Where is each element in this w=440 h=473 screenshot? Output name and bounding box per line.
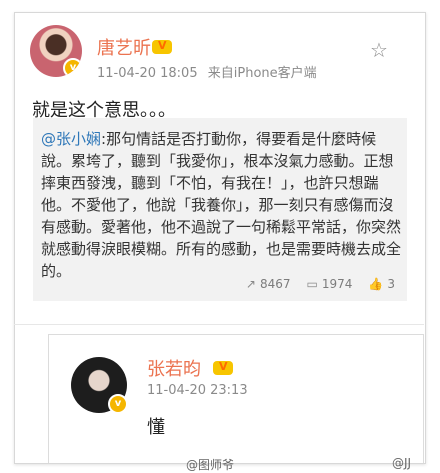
watermark-left: @图师爷 [186, 458, 235, 472]
author-avatar[interactable]: v [30, 25, 82, 77]
vip-icon [213, 360, 233, 375]
star-icon[interactable]: ☆ [370, 38, 388, 62]
reply-card: v 张若昀 11-04-20 23:13 懂 [48, 334, 424, 463]
mention-link[interactable]: @张小娴 [41, 130, 101, 148]
comment-count: 1974 [321, 277, 353, 291]
reply-text: 懂 [147, 417, 165, 438]
verified-badge-icon: v [108, 394, 128, 414]
watermark-right: @JJ [392, 456, 412, 470]
repost-text: @张小娴:那句情話是否打動你，得要看是什麼時候說。累垮了，聽到「我愛你」，根本沒… [41, 128, 403, 282]
reply-author-name[interactable]: 张若昀 [147, 355, 201, 381]
share-icon: ↗ [245, 277, 256, 291]
repost-box[interactable]: @张小娴:那句情話是否打動你，得要看是什麼時候說。累垮了，聽到「我愛你」，根本沒… [33, 118, 407, 301]
reply-time: 11-04-20 23:13 [147, 383, 248, 398]
divider [14, 324, 424, 325]
comment-icon: ▭ [306, 277, 318, 291]
comment-action[interactable]: ▭ 1974 [307, 277, 353, 291]
post-source[interactable]: 来自iPhone客户端 [208, 66, 317, 81]
post-meta: 11-04-20 18:05 来自iPhone客户端 [97, 62, 317, 81]
reply-avatar[interactable]: v [71, 357, 128, 414]
thumbs-up-icon: 👍 [368, 277, 384, 291]
share-action[interactable]: ↗ 8467 [246, 277, 291, 291]
author-name[interactable]: 唐艺昕 [97, 34, 151, 60]
vip-icon [152, 39, 172, 54]
verified-badge-icon: v [63, 58, 82, 77]
post-time: 11-04-20 18:05 [97, 66, 198, 81]
like-action[interactable]: 👍 3 [368, 277, 395, 291]
repost-stats: ↗ 8467 ▭ 1974 👍 3 [246, 277, 395, 291]
share-count: 8467 [259, 277, 291, 291]
like-count: 3 [387, 277, 395, 291]
repost-body: :那句情話是否打動你，得要看是什麼時候說。累垮了，聽到「我愛你」，根本沒氣力感動… [41, 130, 402, 280]
